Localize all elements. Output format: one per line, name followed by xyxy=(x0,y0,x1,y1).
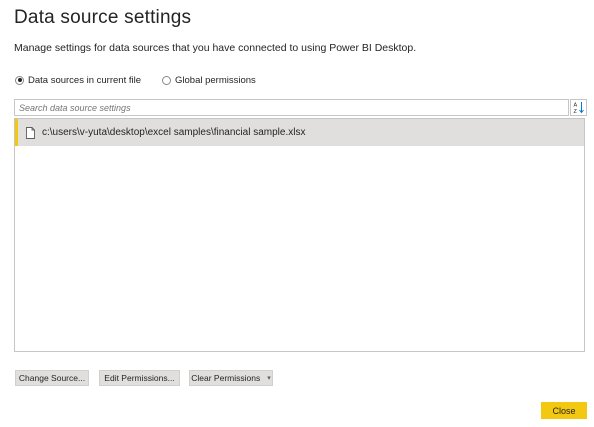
data-source-path: c:\users\v-yuta\desktop\excel samples\fi… xyxy=(42,127,306,138)
change-source-button[interactable]: Change Source... xyxy=(15,370,89,386)
sort-button[interactable]: A Z xyxy=(570,99,587,116)
file-icon xyxy=(26,126,35,139)
search-input[interactable] xyxy=(19,102,568,113)
data-source-list[interactable]: c:\users\v-yuta\desktop\excel samples\fi… xyxy=(14,118,585,352)
svg-text:A: A xyxy=(573,103,577,109)
radio-global-permissions-label: Global permissions xyxy=(175,74,256,86)
radio-unselected-icon xyxy=(162,75,171,85)
chevron-down-icon: ▾ xyxy=(267,375,271,382)
radio-current-file[interactable]: Data sources in current file xyxy=(15,73,141,87)
radio-selected-icon xyxy=(15,75,24,85)
close-label: Close xyxy=(552,405,576,416)
edit-permissions-button[interactable]: Edit Permissions... xyxy=(99,370,180,386)
clear-permissions-label: Clear Permissions xyxy=(191,373,261,383)
svg-text:Z: Z xyxy=(573,109,577,114)
change-source-label: Change Source... xyxy=(18,373,86,383)
list-item[interactable]: c:\users\v-yuta\desktop\excel samples\fi… xyxy=(15,119,584,146)
edit-permissions-label: Edit Permissions... xyxy=(104,373,175,383)
dialog-subtitle: Manage settings for data sources that yo… xyxy=(14,42,417,54)
dialog-title: Data source settings xyxy=(14,7,192,28)
close-button[interactable]: Close xyxy=(541,402,587,419)
sort-az-icon: A Z xyxy=(573,102,584,114)
radio-global-permissions[interactable]: Global permissions xyxy=(162,73,256,87)
radio-current-file-label: Data sources in current file xyxy=(28,74,141,86)
clear-permissions-button[interactable]: Clear Permissions ▾ xyxy=(189,370,273,386)
search-box[interactable] xyxy=(14,99,569,116)
